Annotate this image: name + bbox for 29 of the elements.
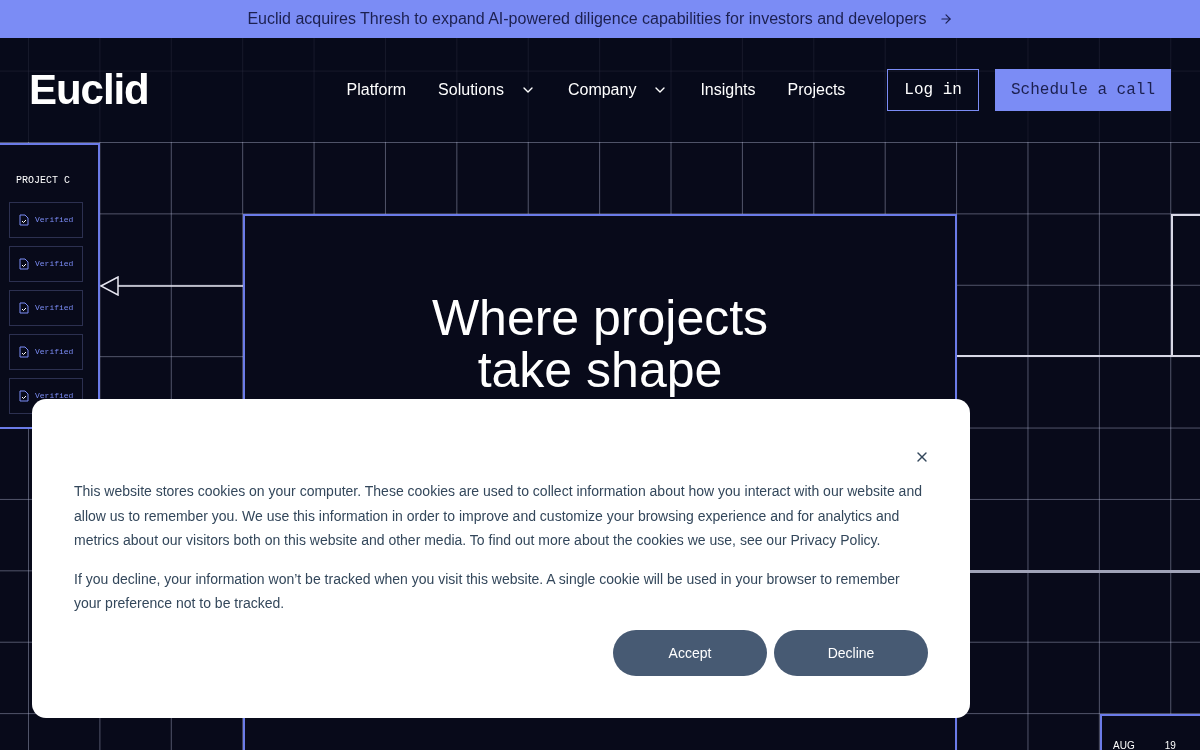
hero-heading: Where projects <box>431 292 769 344</box>
verified-document-icon <box>19 302 29 314</box>
cookie-text: This website stores cookies on your computer. These cookies are used to collect information about how you interact with our website and allow us to remember you. We use this information in order to improve and customize your browsing experience and for analytics and metrics about our visitors both on this website and other media. To find out more about the cookies we use, see our Privacy Policy. <box>74 482 923 550</box>
nav-link[interactable]: Projects <box>787 78 846 102</box>
announcement-bar[interactable]: Euclid acquires Thresh to expand AI-powered diligence capabilities for investors and developers <box>0 0 1200 38</box>
logo[interactable]: Euclid <box>29 69 149 111</box>
nav-link[interactable]: Platform <box>346 78 407 102</box>
verified-document-icon <box>19 346 29 358</box>
nav-link[interactable]: Solutions <box>438 78 536 102</box>
announcement-text: Euclid acquires Thresh to expand AI-powered diligence capabilities for investors and developers <box>247 9 927 29</box>
nav-link[interactable]: Insights <box>700 78 756 102</box>
verified-tag: Verified <box>9 246 83 282</box>
arrow-right-icon <box>938 12 953 26</box>
verified-document-icon <box>19 258 29 270</box>
date-month: AUG <box>1113 739 1135 750</box>
cookie-button[interactable]: Accept <box>613 630 767 676</box>
project-title: PROJECT C <box>15 174 70 188</box>
cookie-text: If you decline, your information won’t be tracked when you visit this website. A single cookie will be used in your browser to remember your preference not to be tracked. <box>74 569 901 613</box>
verified-tag: Verified <box>9 290 83 326</box>
cookie-button[interactable]: Decline <box>774 630 928 676</box>
verified-tag: Verified <box>9 202 83 238</box>
date-day: 19 <box>1164 738 1176 750</box>
verified-document-icon <box>19 214 29 226</box>
schedule-call-button[interactable]: Schedule a call <box>994 69 1171 111</box>
verified-document-icon <box>19 390 29 402</box>
hero-heading: take shape <box>477 344 723 396</box>
login-button[interactable]: Log in <box>887 69 979 111</box>
verified-tag: Verified <box>9 334 83 370</box>
nav-link[interactable]: Company <box>567 78 669 102</box>
